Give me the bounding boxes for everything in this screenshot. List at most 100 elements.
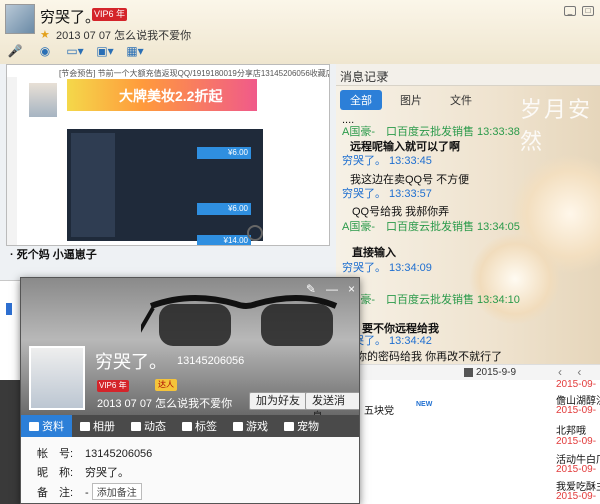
send-message-button[interactable]: 发送消息 (305, 392, 359, 423)
preview-bubble: ¥6.00 (197, 147, 251, 159)
screen-share-icon[interactable]: ▣▾ (94, 42, 116, 60)
profile-signature: 2013 07 07 怎么说我不爱你 (97, 398, 233, 410)
close-button[interactable]: × (348, 282, 355, 296)
nickname-row: 昵 称: 穷哭了。 (37, 464, 129, 480)
game-icon (233, 421, 243, 431)
list-date: 2015-09- (556, 491, 597, 502)
sent-message: · 死个妈 小逼崽子 (10, 249, 97, 261)
list-item[interactable]: 五块党 (364, 402, 394, 417)
profile-uid: 13145206056 (177, 355, 245, 367)
minimize-button[interactable]: — (326, 282, 338, 296)
list-date: 2015-09- (556, 379, 597, 390)
history-sender[interactable]: A国豪- 口百度云批发销售 13:34:10 (342, 291, 520, 307)
account-row: 帐 号: 13145206056 (37, 445, 152, 461)
microphone-icon[interactable]: 🎤 (4, 42, 26, 60)
screenshot-preview[interactable]: [节会预告] 节前一个大额充值返现QQ/1919180019分享店1314520… (6, 64, 330, 246)
tab-label: 标签 (195, 421, 217, 433)
history-sender[interactable]: 穷哭了。 13:33:45 (342, 152, 432, 168)
history-sender[interactable]: A国豪- 口百度云批发销售 13:33:38 (342, 123, 520, 139)
account-label: 帐 号: (37, 448, 74, 460)
tab-pets[interactable]: 宠物 (276, 415, 327, 437)
note-row: 备 注: - 添加备注 (37, 483, 142, 500)
edit-icon[interactable]: ✎ (306, 282, 316, 296)
tab-label: 游戏 (246, 421, 268, 433)
text-caret (6, 303, 12, 315)
glasses-image (141, 295, 338, 346)
tab-feed[interactable]: 动态 (123, 415, 174, 437)
background-list: 五块党 2015-09- 儋山湖醇洪 2015-09- 北邦哦 2015-09-… (360, 379, 600, 504)
chat-header: 穷哭了。 VIP6 年 ★ 2013 07 07 怎么说我不爱你 _ □ 🎤 ◉… (0, 0, 600, 64)
list-date: 2015-09- (556, 405, 597, 416)
profile-tabs: 资料 相册 动态 标签 游戏 宠物 (21, 415, 359, 437)
contact-avatar[interactable] (5, 4, 35, 34)
profile-cover: ✎ — × 穷哭了。 13145206056 VIP6 年 达人 2013 07… (21, 278, 359, 423)
chat-toolbar: 🎤 ◉ ▭▾ ▣▾ ▦▾ (4, 42, 146, 60)
history-sender[interactable]: A国豪- 口百度云批发销售 13:34:05 (342, 218, 520, 234)
tab-games[interactable]: 游戏 (225, 415, 276, 437)
preview-title: [节会预告] 节前一个大额充值返现QQ/1919180019分享店1314520… (59, 69, 330, 78)
profile-card: ✎ — × 穷哭了。 13145206056 VIP6 年 达人 2013 07… (20, 277, 360, 504)
nickname-label: 昵 称: (37, 467, 74, 479)
feed-icon (131, 421, 141, 431)
tab-album[interactable]: 相册 (72, 415, 123, 437)
minimize-button[interactable]: _ (564, 6, 576, 16)
profile-avatar[interactable] (29, 346, 85, 410)
window-controls: _ □ (564, 6, 594, 16)
tab-profile[interactable]: 资料 (21, 415, 72, 437)
card-window-controls: ✎ — × (306, 282, 355, 296)
maximize-button[interactable]: □ (582, 6, 594, 16)
history-title: 消息记录 (340, 70, 389, 84)
history-footer: 2015-9-9 ‹ ‹ › (336, 364, 600, 393)
account-value: 13145206056 (85, 448, 153, 460)
contact-name[interactable]: 穷哭了。 (40, 6, 100, 27)
zoom-icon[interactable] (247, 225, 263, 241)
vip-badge: VIP6 年 (97, 380, 129, 392)
note-label: 备 注: (37, 487, 74, 499)
history-message: 日 你的密码给我 你再改不就行了 (342, 351, 503, 363)
star-icon: ★ (40, 29, 50, 41)
tab-all[interactable]: 全部 (340, 90, 382, 110)
decorative-text: 岁月安然 (520, 98, 593, 155)
apps-icon[interactable]: ▦▾ (124, 42, 146, 60)
nickname-value: 穷哭了。 (85, 467, 129, 479)
note-value: - (85, 487, 89, 499)
talent-badge: 达人 (155, 379, 177, 391)
preview-banner-text: 大牌美妆2.2折起 (119, 88, 223, 104)
tab-tags[interactable]: 标签 (174, 415, 225, 437)
album-icon (80, 421, 90, 431)
profile-info: 帐 号: 13145206056 昵 称: 穷哭了。 备 注: - 添加备注 (21, 437, 359, 503)
history-date[interactable]: 2015-9-9 (476, 367, 516, 378)
history-sender[interactable]: 穷哭了。 13:34:09 (342, 259, 432, 275)
list-item[interactable]: 北邦哦 (556, 422, 586, 437)
profile-name: 穷哭了。 (95, 352, 167, 372)
preview-bubble: ¥6.00 (197, 203, 251, 215)
history-sender[interactable]: 穷哭了。 13:33:57 (342, 185, 432, 201)
add-friend-button[interactable]: 加为好友 (249, 392, 307, 410)
list-date: 2015-09- (556, 464, 597, 475)
tab-label: 相册 (93, 421, 115, 433)
add-note-button[interactable]: 添加备注 (91, 483, 142, 500)
pet-icon (284, 421, 294, 431)
preview-column (71, 133, 115, 237)
flower-decoration (470, 234, 560, 324)
new-badge: NEW (416, 401, 433, 408)
contact-signature: 2013 07 07 怎么说我不爱你 (56, 30, 192, 42)
tab-images[interactable]: 图片 (390, 90, 432, 110)
tab-label: 宠物 (297, 421, 319, 433)
calendar-icon[interactable] (464, 368, 473, 377)
history-tabs: 全部 图片 文件 (340, 90, 482, 110)
tab-label: 资料 (42, 421, 64, 433)
history-titlebar: 消息记录 × (336, 64, 600, 86)
profile-icon (29, 421, 39, 431)
folder-icon[interactable]: ▭▾ (64, 42, 86, 60)
list-date: 2015-09- (556, 436, 597, 447)
preview-sidebar (7, 77, 17, 245)
preview-banner: 大牌美妆2.2折起 (67, 79, 257, 111)
close-icon[interactable]: × (382, 67, 389, 81)
tag-icon (182, 421, 192, 431)
video-icon[interactable]: ◉ (34, 42, 56, 60)
vip-badge: VIP6 年 (92, 8, 128, 21)
tab-files[interactable]: 文件 (440, 90, 482, 110)
history-message: QQ号给我 我郝你弄 (352, 206, 450, 218)
message-history-panel: 消息记录 × 全部 图片 文件 岁月安然 .... A国豪- 口百度云批发销售 … (336, 64, 600, 380)
